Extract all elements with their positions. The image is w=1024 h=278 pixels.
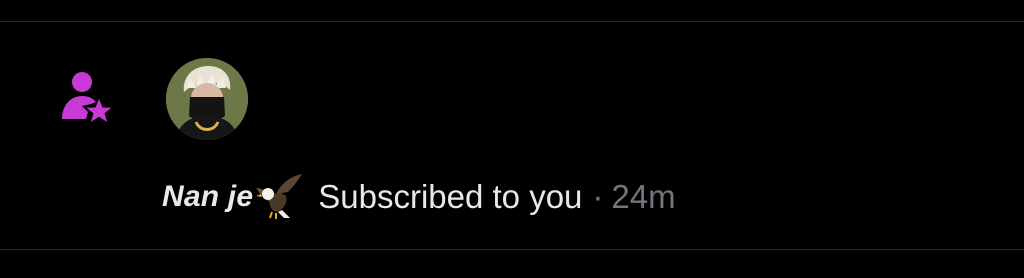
notifications-list: Nan je Subscribed to you · 24m [0, 0, 1024, 278]
username[interactable]: Nan je [162, 180, 253, 214]
subscription-notification[interactable]: Nan je Subscribed to you · 24m [0, 22, 1024, 249]
bottom-divider [0, 249, 1024, 250]
action-text: Subscribed to you [318, 178, 583, 215]
person-star-icon [58, 70, 114, 126]
user-avatar[interactable] [166, 58, 248, 140]
separator-dot: · [592, 178, 604, 215]
notification-text: Nan je Subscribed to you · 24m [162, 172, 676, 222]
time-ago[interactable]: 24m [611, 178, 675, 216]
eagle-icon [254, 172, 304, 222]
